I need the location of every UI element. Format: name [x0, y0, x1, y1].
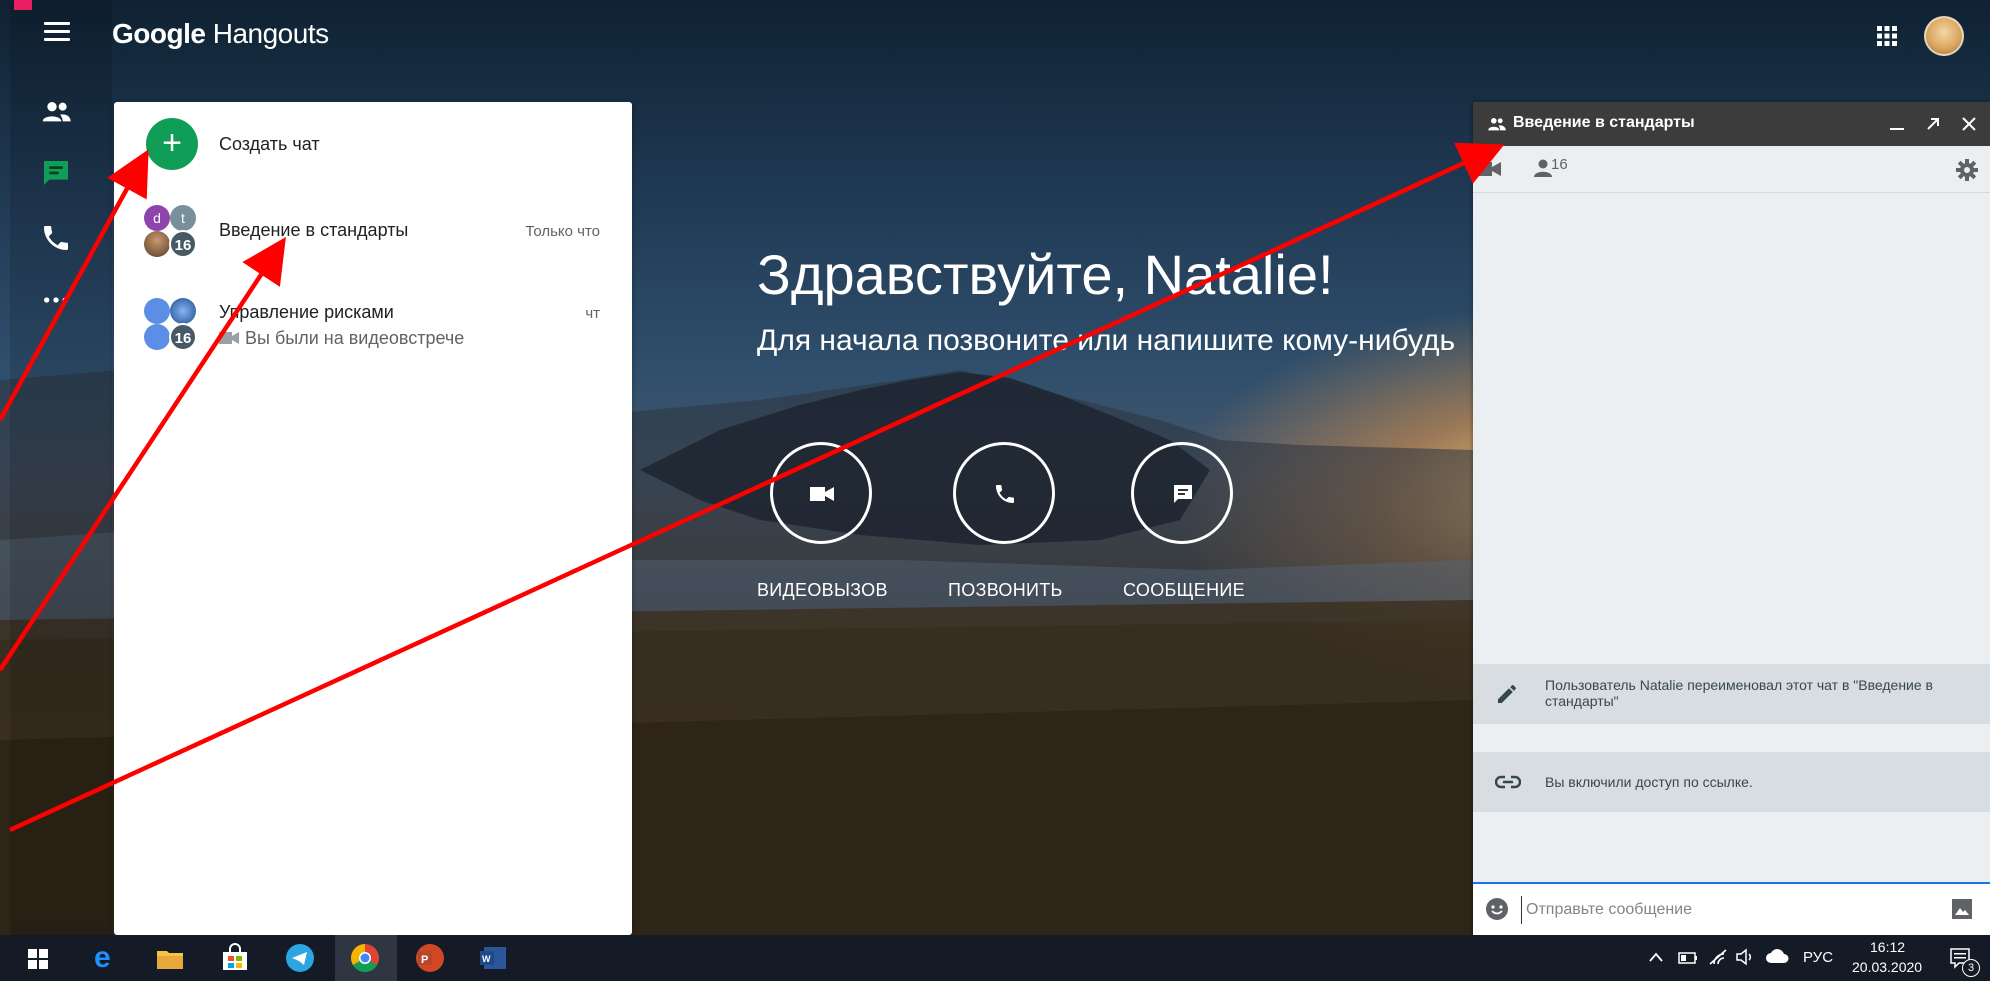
video-call-small-icon	[219, 332, 239, 344]
emoji-icon[interactable]	[1485, 897, 1509, 921]
volume-icon[interactable]	[1735, 948, 1755, 966]
contacts-icon[interactable]	[40, 96, 72, 128]
video-call-button[interactable]	[770, 442, 872, 544]
chat-window-title: Введение в стандарты	[1513, 114, 1695, 131]
top-bar: Google Hangouts	[0, 0, 1990, 70]
left-rail	[10, 0, 112, 935]
chrome-icon[interactable]	[350, 943, 380, 973]
participant-avatar: d	[144, 205, 170, 231]
powerpoint-icon[interactable]: P	[415, 943, 445, 973]
video-camera-icon	[810, 487, 834, 501]
chat-window: Введение в стандарты 16 Пользователь Nat…	[1473, 102, 1990, 935]
video-camera-icon[interactable]	[1477, 160, 1501, 178]
clock-time[interactable]: 16:12	[1870, 939, 1905, 955]
account-avatar[interactable]	[1924, 16, 1964, 56]
message-icon	[1174, 485, 1192, 503]
message-label: СООБЩЕНИЕ	[1123, 580, 1245, 600]
notification-count: 3	[1962, 959, 1980, 977]
file-explorer-icon[interactable]	[155, 943, 185, 973]
group-icon	[1488, 118, 1506, 131]
new-chat-label[interactable]: Создать чат	[219, 134, 320, 155]
chat-window-header[interactable]: Введение в стандарты	[1473, 102, 1990, 146]
greeting-title: Здравствуйте, Natalie!	[757, 243, 1334, 306]
phone-icon	[996, 485, 1014, 503]
participant-avatar: t	[170, 205, 196, 231]
phone-nav-icon[interactable]	[40, 222, 72, 254]
minimize-icon[interactable]	[1890, 128, 1904, 130]
participant-avatar	[144, 324, 170, 350]
menu-icon[interactable]	[44, 22, 70, 42]
battery-icon[interactable]	[1678, 951, 1698, 965]
member-count-badge: 16	[169, 323, 197, 351]
conversation-item[interactable]: d t 16 Введение в стандарты Только что	[114, 202, 632, 272]
popout-icon[interactable]	[1925, 116, 1941, 132]
brand-product: Hangouts	[212, 18, 329, 49]
member-count-badge: 16	[169, 230, 197, 258]
brand-google: Google	[112, 18, 206, 49]
video-call-label: ВИДЕОВЫЗОВ	[757, 580, 888, 600]
message-input[interactable]	[1521, 896, 1928, 924]
edge-browser-icon[interactable]: e	[94, 943, 124, 973]
image-attach-icon[interactable]	[1951, 898, 1973, 920]
onedrive-cloud-icon[interactable]	[1765, 947, 1789, 967]
more-icon[interactable]	[40, 284, 72, 316]
people-icon[interactable]	[1533, 158, 1553, 178]
app-logo: Google Hangouts	[112, 18, 329, 50]
phone-call-button[interactable]	[953, 442, 1055, 544]
participant-avatar	[144, 298, 170, 324]
conversation-title: Управление рисками	[219, 302, 394, 322]
conversation-subtitle: Вы были на видеовстрече	[245, 328, 465, 348]
participants-count: 16	[1551, 156, 1568, 173]
link-icon	[1495, 775, 1521, 789]
system-message-text: Пользователь Natalie переименовал этот ч…	[1545, 677, 1933, 709]
clock-date[interactable]: 20.03.2020	[1852, 959, 1922, 975]
windows-taskbar: e P W РУС 16:12 20.03.2020 3	[0, 935, 1990, 981]
apps-grid-icon[interactable]	[1875, 24, 1899, 48]
settings-gear-icon[interactable]	[1955, 158, 1979, 182]
chat-toolbar: 16	[1473, 146, 1990, 193]
wifi-icon[interactable]	[1708, 948, 1728, 966]
conversation-time: Только что	[525, 223, 600, 240]
svg-text:P: P	[421, 954, 428, 966]
svg-text:W: W	[482, 954, 491, 964]
store-icon[interactable]	[220, 943, 250, 973]
system-message: Пользователь Natalie переименовал этот ч…	[1473, 664, 1990, 724]
message-button[interactable]	[1131, 442, 1233, 544]
close-icon[interactable]	[1961, 116, 1977, 132]
conversation-item[interactable]: 16 Управление рисками чт Вы были на виде…	[114, 298, 632, 368]
system-message-text: Вы включили доступ по ссылке.	[1545, 774, 1753, 790]
language-indicator[interactable]: РУС	[1803, 949, 1833, 966]
windows-start-icon[interactable]	[28, 949, 48, 969]
system-message: Вы включили доступ по ссылке.	[1473, 752, 1990, 812]
phone-call-label: ПОЗВОНИТЬ	[948, 580, 1063, 600]
chevron-up-icon[interactable]	[1648, 951, 1664, 963]
new-chat-button[interactable]: +	[146, 118, 198, 170]
conversation-title: Введение в стандарты	[219, 220, 409, 240]
conversation-list-panel: + Создать чат d t 16 Введение в стандарт…	[114, 102, 632, 935]
greeting-subtitle: Для начала позвоните или напишите кому-н…	[757, 324, 1456, 357]
telegram-icon[interactable]	[285, 943, 315, 973]
chat-conversations-icon[interactable]	[40, 157, 72, 189]
window-corner-marker	[14, 0, 32, 10]
conversation-time: чт	[585, 305, 600, 322]
pencil-icon	[1498, 685, 1516, 703]
message-composer	[1473, 882, 1990, 935]
participant-photo	[144, 231, 170, 257]
word-icon[interactable]: W	[478, 943, 508, 973]
participant-photo	[170, 298, 196, 324]
